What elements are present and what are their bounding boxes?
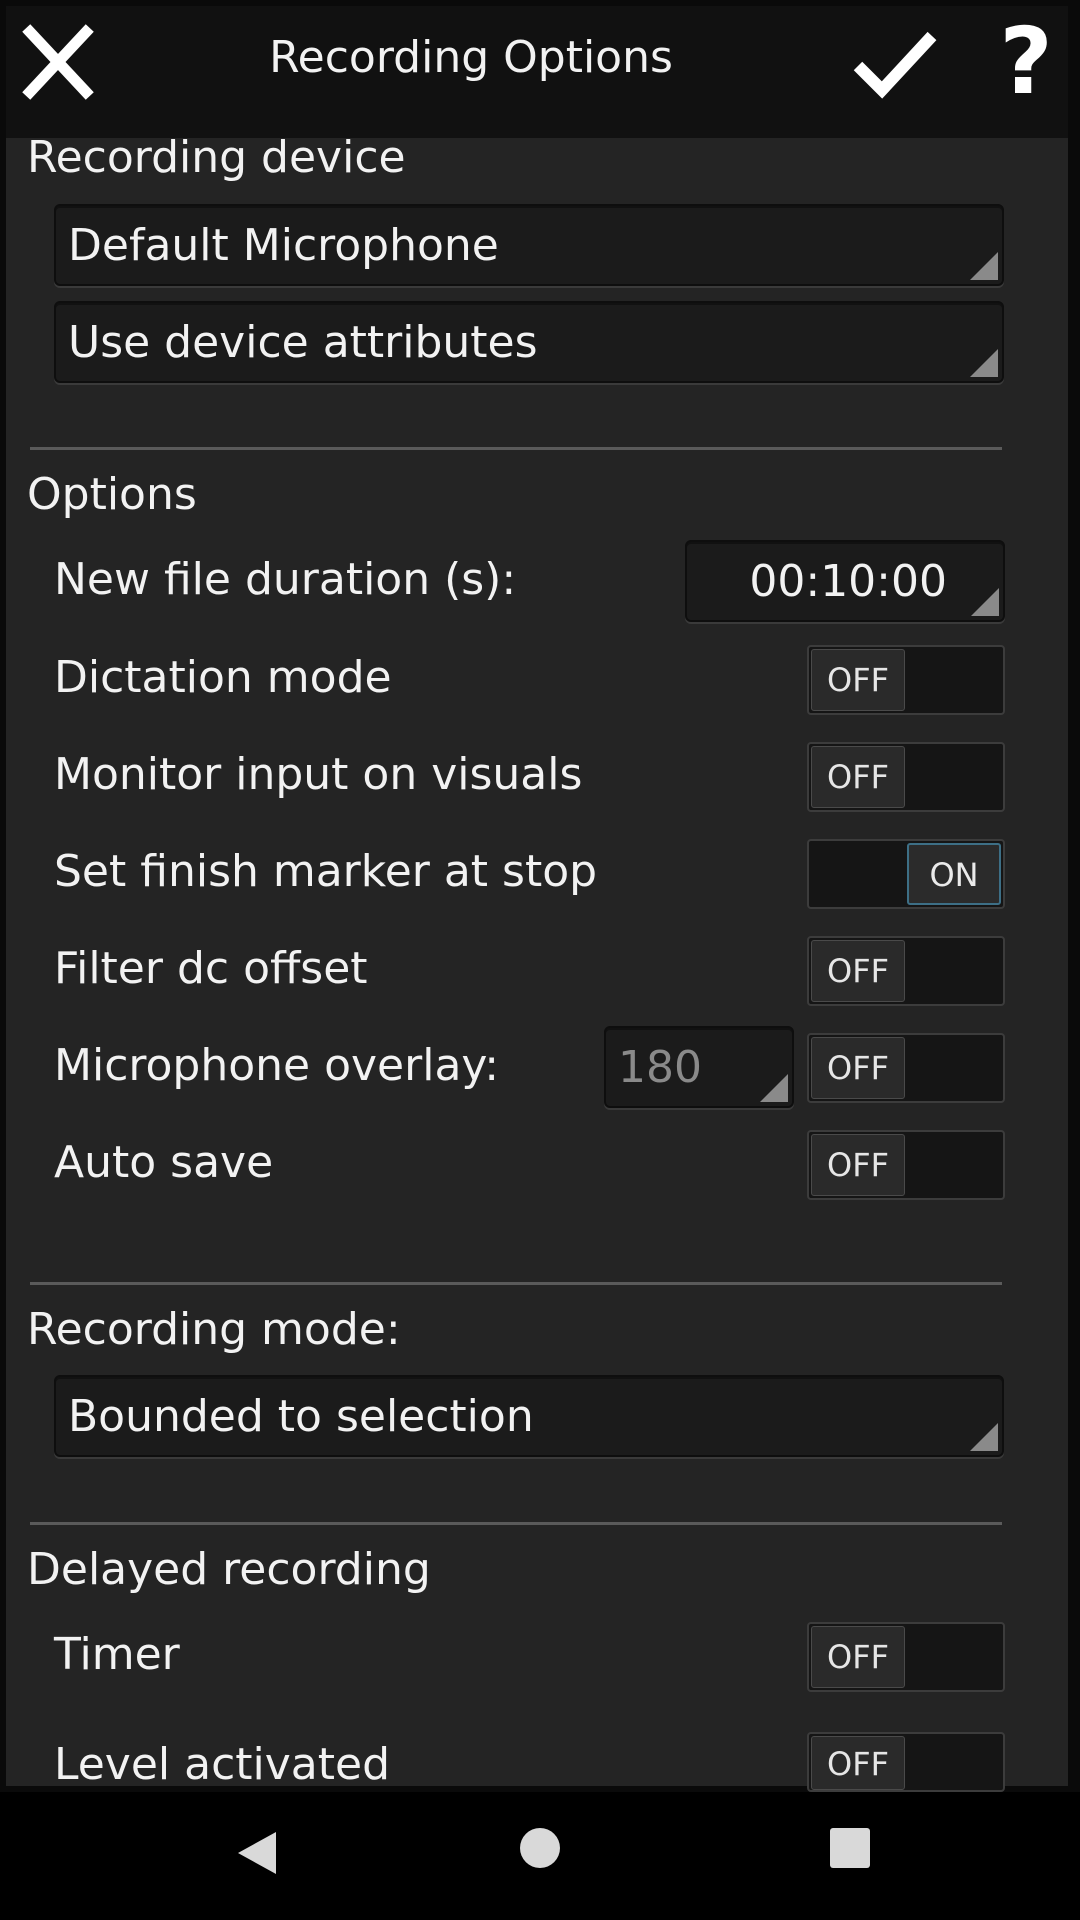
recording-mode-select[interactable]: Bounded to selection: [54, 1375, 1004, 1457]
nav-home-button[interactable]: [520, 1828, 560, 1868]
toggle-knob: OFF: [811, 1626, 905, 1688]
section-title-recording-mode: Recording mode:: [27, 1304, 401, 1355]
help-button[interactable]: ?: [996, 12, 1056, 112]
divider: [30, 447, 1002, 450]
microphone-overlay-label: Microphone overlay:: [54, 1040, 500, 1091]
dropdown-corner-icon: [970, 1423, 998, 1451]
header-bar: Recording Options ?: [6, 6, 1068, 138]
monitor-input-toggle[interactable]: OFF: [807, 742, 1005, 812]
section-title-options: Options: [27, 469, 197, 520]
new-file-duration-field[interactable]: 00:10:00: [685, 540, 1005, 622]
toggle-knob: OFF: [811, 1736, 905, 1790]
auto-save-label: Auto save: [54, 1137, 274, 1188]
dropdown-corner-icon: [760, 1074, 788, 1102]
toggle-knob: OFF: [811, 649, 905, 711]
divider: [30, 1522, 1002, 1525]
recording-options-dialog: Recording Options ? Recording device Def…: [0, 0, 1080, 1792]
filter-dc-offset-toggle[interactable]: OFF: [807, 936, 1005, 1006]
finish-marker-toggle[interactable]: ON: [807, 839, 1005, 909]
section-title-delayed-recording: Delayed recording: [27, 1544, 431, 1595]
dialog-title: Recording Options: [269, 32, 673, 83]
filter-dc-offset-label: Filter dc offset: [54, 943, 368, 994]
close-button[interactable]: [22, 22, 94, 102]
microphone-overlay-field[interactable]: 180: [604, 1026, 794, 1108]
recording-mode-value: Bounded to selection: [68, 1391, 534, 1442]
dropdown-corner-icon: [970, 349, 998, 377]
divider: [30, 1282, 1002, 1285]
device-attributes-value: Use device attributes: [68, 317, 538, 368]
microphone-overlay-toggle[interactable]: OFF: [807, 1033, 1005, 1103]
confirm-button[interactable]: [852, 26, 938, 100]
toggle-knob: OFF: [811, 1134, 905, 1196]
toggle-knob: OFF: [811, 940, 905, 1002]
dictation-mode-label: Dictation mode: [54, 652, 392, 703]
dropdown-corner-icon: [971, 588, 999, 616]
system-navigation-bar: [0, 1792, 1080, 1920]
finish-marker-label: Set finish marker at stop: [54, 846, 598, 897]
new-file-duration-value: 00:10:00: [749, 556, 947, 607]
nav-recents-button[interactable]: [830, 1828, 870, 1868]
timer-toggle[interactable]: OFF: [807, 1622, 1005, 1692]
toggle-knob: OFF: [811, 1037, 905, 1099]
dictation-mode-toggle[interactable]: OFF: [807, 645, 1005, 715]
timer-label: Timer: [54, 1629, 180, 1680]
device-attributes-select[interactable]: Use device attributes: [54, 301, 1004, 383]
toggle-knob: ON: [907, 843, 1001, 905]
toggle-knob: OFF: [811, 746, 905, 808]
nav-back-button[interactable]: [236, 1830, 278, 1880]
new-file-duration-label: New file duration (s):: [54, 554, 517, 605]
back-triangle-icon: [238, 1832, 276, 1874]
level-activated-label: Level activated: [54, 1739, 391, 1790]
level-activated-toggle[interactable]: OFF: [807, 1732, 1005, 1792]
monitor-input-label: Monitor input on visuals: [54, 749, 583, 800]
section-title-recording-device: Recording device: [27, 132, 406, 183]
checkmark-icon: [853, 31, 937, 99]
close-icon: [22, 24, 94, 100]
microphone-overlay-value: 180: [618, 1042, 702, 1093]
auto-save-toggle[interactable]: OFF: [807, 1130, 1005, 1200]
recording-device-select[interactable]: Default Microphone: [54, 204, 1004, 286]
recording-device-value: Default Microphone: [68, 220, 499, 271]
dropdown-corner-icon: [970, 252, 998, 280]
